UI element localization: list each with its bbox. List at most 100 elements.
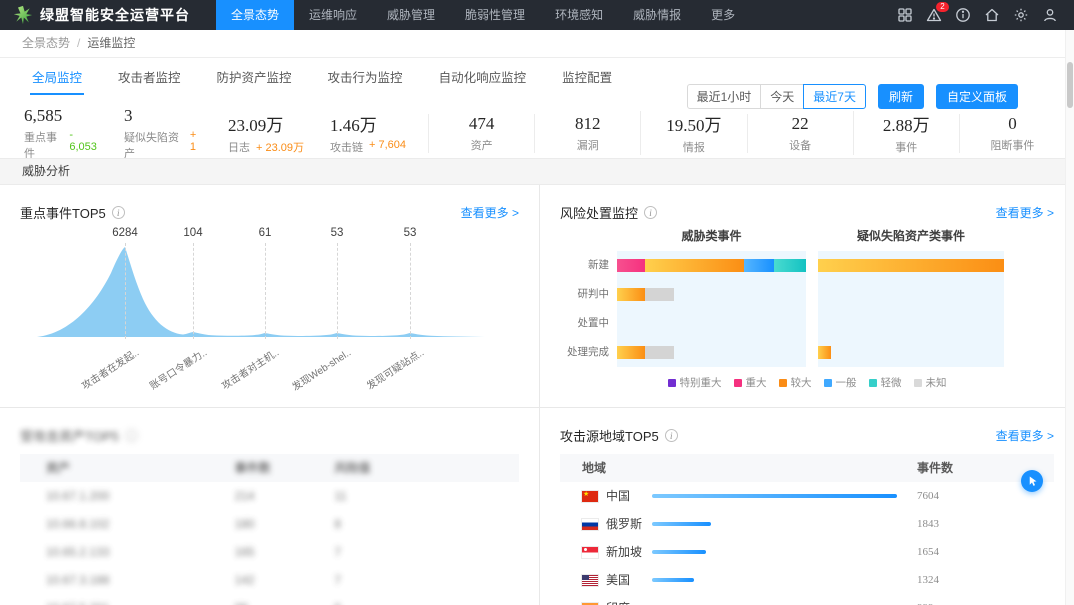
stat-2: 3疑似失陷资产+ 1 — [100, 106, 204, 161]
asset-cell: 214 — [235, 482, 335, 510]
nav-item-7[interactable]: 更多 — [696, 0, 750, 30]
stat-value: 3 — [124, 106, 204, 126]
attacked-assets-panel: 受攻击资产TOP5i 资产事件数风险值 10.67.1.2002141110.6… — [0, 408, 540, 605]
asset-cell: 10.67.5.201 — [20, 594, 235, 605]
region-bar-track — [652, 566, 917, 594]
nav-item-5[interactable]: 环境感知 — [540, 0, 618, 30]
region-bar-track — [652, 594, 917, 605]
stat-7: 19.50万情报 — [640, 111, 746, 155]
apps-grid-icon[interactable] — [897, 7, 913, 23]
info-icon[interactable]: i — [644, 206, 657, 219]
bar-segment-major — [645, 259, 743, 272]
legend-swatch — [779, 379, 787, 387]
home-icon[interactable] — [984, 7, 1000, 23]
bar-segment-minor — [774, 259, 806, 272]
asset-cell: 11 — [334, 482, 519, 510]
app-title: 绿盟智能安全运营平台 — [40, 5, 190, 25]
region-event-count: 999 — [917, 594, 1054, 605]
table-row[interactable]: 10.67.3.1881427 — [20, 566, 519, 594]
chart-value-label: 61 — [230, 227, 300, 239]
asset-header-1: 资产 — [20, 454, 235, 482]
attack-regions-panel: 攻击源地域TOP5i 查看更多 > 地域 事件数 中国7604俄罗斯1843新加… — [540, 408, 1074, 605]
nav-item-2[interactable]: 运维响应 — [294, 0, 372, 30]
attacked-assets-table: 资产事件数风险值 10.67.1.2002141110.66.8.1021808… — [20, 454, 519, 605]
stat-value: 812 — [535, 114, 640, 134]
region-row[interactable]: 印度999 — [560, 594, 1054, 605]
info-icon: i — [125, 429, 138, 442]
table-row[interactable]: 10.66.8.1021808 — [20, 510, 519, 538]
tab-3[interactable]: 防护资产监控 — [215, 58, 294, 95]
region-name: 中国 — [560, 482, 652, 510]
region-bar-track — [652, 510, 917, 538]
chart-gridline — [193, 243, 194, 339]
stat-5: 474资产 — [428, 114, 534, 153]
user-profile-icon[interactable] — [1042, 7, 1058, 23]
time-filter-2[interactable]: 今天 — [760, 84, 804, 109]
cn-flag-icon — [582, 491, 598, 502]
tab-5[interactable]: 自动化响应监控 — [437, 58, 529, 95]
nav-item-6[interactable]: 威胁情报 — [618, 0, 696, 30]
nav-item-4[interactable]: 脆弱性管理 — [450, 0, 540, 30]
stat-label-text: 攻击链 — [330, 139, 363, 155]
asset-cell: 7 — [334, 566, 519, 594]
bar-segment-major — [617, 346, 645, 359]
chart-value-label: 53 — [375, 227, 445, 239]
chart-value-label: 104 — [158, 227, 228, 239]
main-menu: 全景态势运维响应威胁管理脆弱性管理环境感知威胁情报更多 — [216, 0, 750, 30]
nav-item-3[interactable]: 威胁管理 — [372, 0, 450, 30]
top-events-more-link[interactable]: 查看更多 > — [461, 204, 519, 221]
risk-monitor-more-link[interactable]: 查看更多 > — [996, 204, 1054, 221]
tab-1[interactable]: 全局监控 — [30, 58, 84, 95]
stat-label-text: 事件 — [895, 139, 917, 155]
stat-value: 1.46万 — [330, 111, 428, 136]
breadcrumb: 全景态势/运维监控 — [0, 30, 1074, 58]
compromised-assets-group-header: 疑似失陷资产类事件 — [818, 227, 1004, 244]
region-name: 美国 — [560, 566, 652, 594]
region-row[interactable]: 俄罗斯1843 — [560, 510, 1054, 538]
stat-label-text: 漏洞 — [577, 137, 599, 153]
asset-header-3: 风险值 — [334, 454, 519, 482]
tab-6[interactable]: 监控配置 — [560, 58, 614, 95]
time-filter-3[interactable]: 最近7天 — [803, 84, 866, 109]
asset-cell: 6 — [334, 594, 519, 605]
stat-delta: + 7,604 — [369, 139, 406, 155]
info-icon[interactable]: i — [665, 429, 678, 442]
legend-swatch — [734, 379, 742, 387]
region-row[interactable]: 新加坡1654 — [560, 538, 1054, 566]
threat-bar — [617, 346, 806, 359]
time-filter-1[interactable]: 最近1小时 — [687, 84, 762, 109]
tab-4[interactable]: 攻击行为监控 — [326, 58, 405, 95]
help-info-icon[interactable] — [955, 7, 971, 23]
table-row[interactable]: 10.67.5.201986 — [20, 594, 519, 605]
legend-label: 未知 — [926, 375, 947, 390]
legend-label: 特别重大 — [680, 375, 722, 390]
chart-value-label: 53 — [302, 227, 372, 239]
info-icon[interactable]: i — [112, 206, 125, 219]
attack-regions-title: 攻击源地域TOP5i — [560, 426, 678, 445]
alerts-icon[interactable]: 2 — [926, 7, 942, 23]
attack-regions-more-link[interactable]: 查看更多 > — [996, 427, 1054, 444]
table-row[interactable]: 10.67.1.20021411 — [20, 482, 519, 510]
customize-panel-button[interactable]: 自定义面板 — [936, 84, 1018, 109]
asset-cell: 10.66.8.102 — [20, 510, 235, 538]
scrollbar-track[interactable] — [1065, 30, 1074, 605]
nav-item-1[interactable]: 全景态势 — [216, 0, 294, 30]
region-row[interactable]: 中国7604 — [560, 482, 1054, 510]
bar-segment-major — [617, 288, 645, 301]
scrollbar-thumb[interactable] — [1067, 62, 1073, 108]
refresh-button[interactable]: 刷新 — [878, 84, 924, 109]
stat-label-text: 疑似失陷资产 — [124, 129, 184, 161]
assistant-floating-button[interactable] — [1021, 470, 1043, 492]
tab-2[interactable]: 攻击者监控 — [116, 58, 183, 95]
legend-label: 重大 — [746, 375, 767, 390]
asset-cell: 7 — [334, 538, 519, 566]
breadcrumb-root[interactable]: 全景态势 — [22, 36, 70, 50]
ru-flag-icon — [582, 519, 598, 530]
breadcrumb-current: 运维监控 — [87, 36, 135, 50]
settings-gear-icon[interactable] — [1013, 7, 1029, 23]
stat-value: 22 — [748, 114, 853, 134]
brand-logo: 绿盟智能安全运营平台 — [13, 5, 190, 25]
legend-item: 未知 — [914, 375, 947, 390]
region-row[interactable]: 美国1324 — [560, 566, 1054, 594]
table-row[interactable]: 10.65.2.1331657 — [20, 538, 519, 566]
